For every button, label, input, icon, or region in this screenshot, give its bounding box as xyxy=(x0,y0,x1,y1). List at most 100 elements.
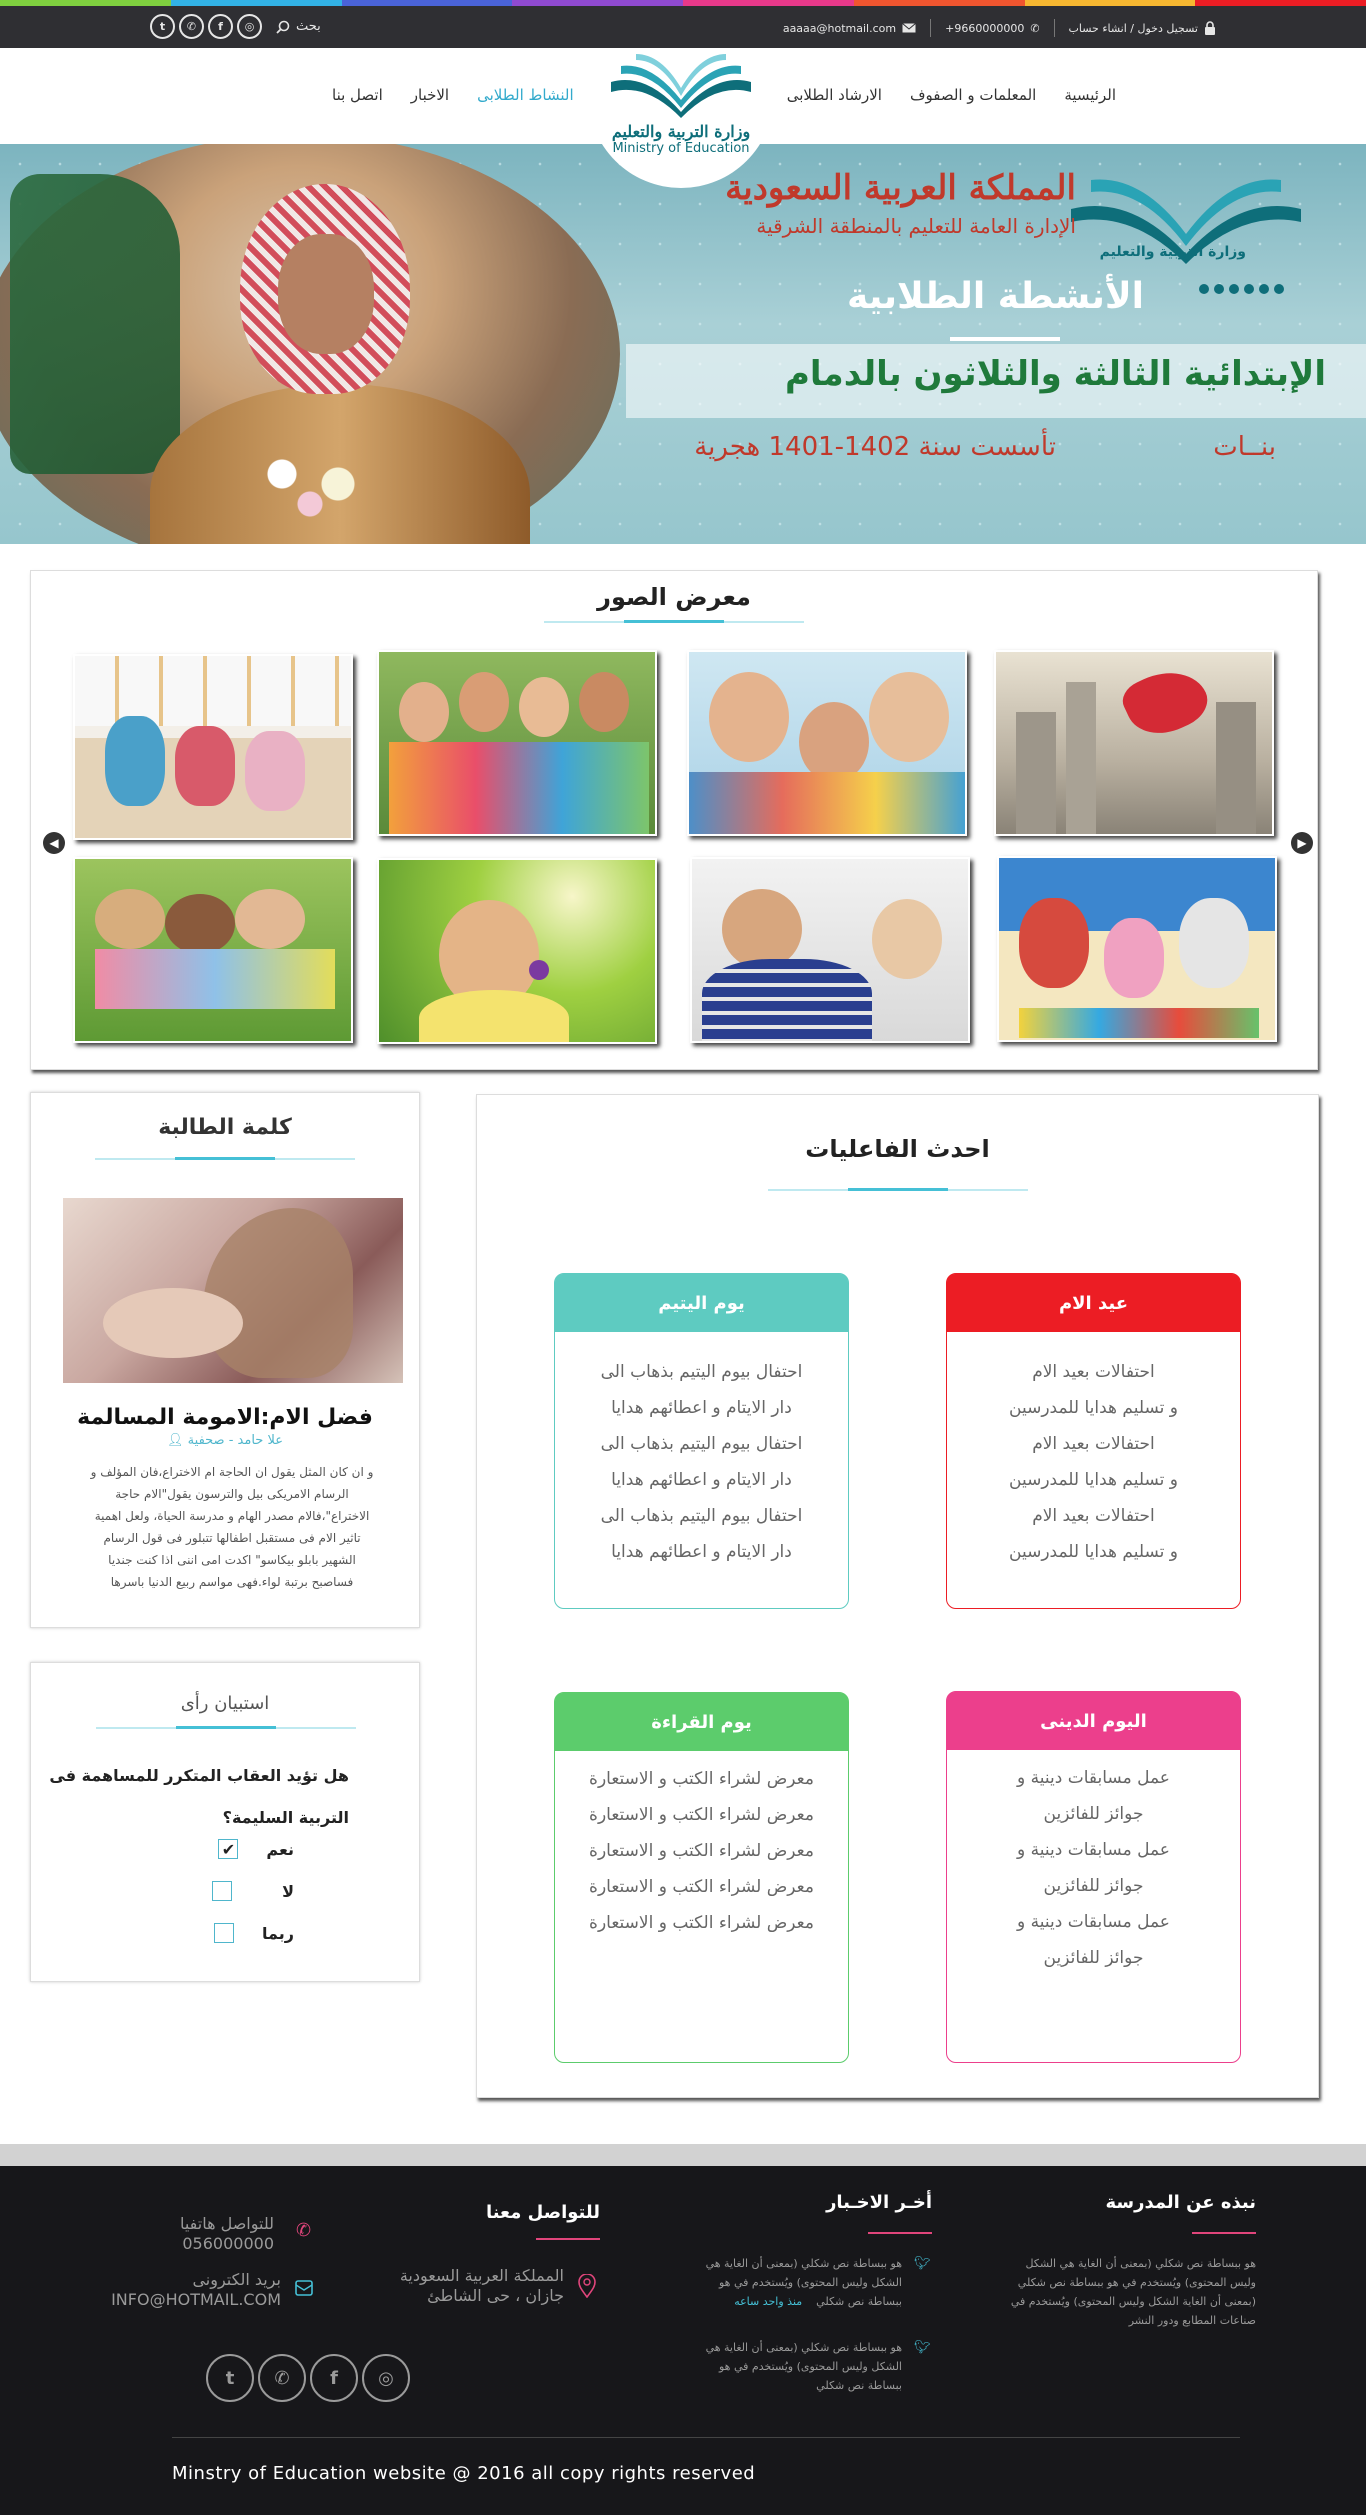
chevron-left-icon: ◀ xyxy=(49,836,59,850)
nav-right-group: الرئيسية المعلمات و الصفوف الارشاد الطلا… xyxy=(787,86,1116,104)
nav-item-contact[interactable]: اتصل بنا xyxy=(332,86,383,104)
facebook-icon[interactable]: f xyxy=(310,2354,358,2402)
divider xyxy=(930,19,932,37)
gallery-next-button[interactable]: ▶ xyxy=(1291,832,1313,854)
poll-title-underline xyxy=(96,1726,356,1729)
search-label: بحث xyxy=(296,19,321,34)
banner-school-name: الإبتدائية الثالثة والثلاثون بالدمام xyxy=(784,354,1326,394)
gallery-photo[interactable] xyxy=(73,857,353,1043)
footer-about-underline xyxy=(1192,2232,1256,2234)
footer-divider xyxy=(172,2437,1240,2438)
divider xyxy=(1053,19,1055,37)
whatsapp-icon[interactable]: ✆ xyxy=(179,14,204,39)
nav-item-home[interactable]: الرئيسية xyxy=(1064,86,1116,104)
facebook-icon[interactable]: f xyxy=(208,14,233,39)
banner-founded-text: تأسست سنة 1402-1401 هجرية xyxy=(694,432,1056,462)
checkbox-checked-icon[interactable]: ✔ xyxy=(218,1839,239,1859)
twitter-icon[interactable]: t xyxy=(206,2354,254,2402)
footer-email-value[interactable]: INFO@HOTMAIL.COM xyxy=(111,2290,281,2310)
nav-item-student-activity[interactable]: النشاط الطلابى xyxy=(477,86,574,104)
activity-card-religious-day[interactable]: اليوم الدينى عمل مسابقات دينية و جوائز لل… xyxy=(946,1691,1241,2063)
footer-news-underline xyxy=(868,2232,932,2234)
login-link[interactable]: تسجيل دخول / انشاء حساب xyxy=(1069,21,1216,35)
footer-phone-value: 056000000 xyxy=(182,2234,274,2253)
news-time: منذ واحد ساعه xyxy=(734,2295,803,2308)
email-text: aaaaa@hotmail.com xyxy=(782,21,897,35)
activity-card-header: اليوم الدينى xyxy=(947,1692,1240,1750)
gallery-photo[interactable] xyxy=(687,650,967,836)
article-heading[interactable]: فضل الام:الامومة المسالمة xyxy=(31,1405,419,1430)
login-text: تسجيل دخول / انشاء حساب xyxy=(1068,21,1198,35)
footer-about-text: هو ببساطة نص شكلي (بمعنى أن الغاية هي ال… xyxy=(1010,2257,1256,2327)
footer-email: بريد الكترونى INFO@HOTMAIL.COM xyxy=(111,2270,281,2310)
activity-card-body: احتفالات بعيد الام و تسليم هدايا للمدرسين… xyxy=(1009,1362,1178,1562)
location-pin-icon xyxy=(578,2274,596,2298)
poll-option-label: نعم xyxy=(266,1839,294,1859)
banner-activity-title: الأنشطة الطلابية xyxy=(846,276,1144,317)
page: t ✆ f ◎ بحث تسجيل دخول / انشاء حساب ✆ +9… xyxy=(0,0,1366,2515)
article-author: 👤︎ علا حامد - صحفية xyxy=(31,1433,419,1448)
poll-option-yes[interactable]: نعم ✔ xyxy=(218,1839,294,1859)
search-button[interactable]: بحث xyxy=(276,19,321,34)
poll-title: استبيان رأى xyxy=(180,1693,270,1714)
poll-question: هل تؤيد العقاب المتكرر للمساهمة فى الترب… xyxy=(49,1766,349,1827)
nav-item-teachers[interactable]: المعلمات و الصفوف xyxy=(910,86,1036,104)
activity-card-mothers-day[interactable]: عيد الام احتفالات بعيد الام و تسليم هدايا… xyxy=(946,1273,1241,1609)
gallery-photo[interactable] xyxy=(377,650,657,836)
gallery-photo[interactable] xyxy=(997,856,1277,1042)
poll-option-maybe[interactable]: ربما xyxy=(214,1923,294,1943)
checkbox-icon[interactable] xyxy=(214,1923,235,1943)
email-item[interactable]: aaaaa@hotmail.com xyxy=(783,22,916,35)
checkbox-icon[interactable] xyxy=(212,1881,232,1901)
footer-email-label: بريد الكترونى xyxy=(192,2270,281,2289)
instagram-icon[interactable]: ◎ xyxy=(237,14,262,39)
whatsapp-icon[interactable]: ✆ xyxy=(258,2354,306,2402)
top-bar-contact: تسجيل دخول / انشاء حساب ✆ +9660000000 aa… xyxy=(783,19,1216,37)
flowers-shape xyxy=(240,434,380,534)
phone-icon: ✆ xyxy=(296,2220,312,2241)
footer-news-item[interactable]: هو ببساطة نص شكلي (بمعنى أن الغاية هي الش… xyxy=(672,2254,902,2311)
footer-news-item[interactable]: هو ببساطة نص شكلي (بمعنى أن الغاية هي الش… xyxy=(672,2338,902,2395)
footer-news-title: أخـر الاخـبار xyxy=(826,2192,932,2213)
activity-card-body: احتفال بيوم اليتيم بذهاب الى دار الايتام … xyxy=(600,1362,803,1562)
activity-card-header: عيد الام xyxy=(947,1274,1240,1332)
student-word-card: كلمة الطالبة فضل الام:الامومة المسالمة 👤… xyxy=(30,1092,420,1628)
student-word-underline xyxy=(95,1157,355,1160)
search-icon xyxy=(276,20,290,34)
article-body: و ان كان المثل يقول ان الحاجة ام الاخترا… xyxy=(90,1465,374,1589)
gallery-photo[interactable] xyxy=(690,857,970,1043)
activity-card-body: معرض لشراء الكتب و الاستعارة معرض لشراء ا… xyxy=(589,1769,814,1933)
poll-option-label: لا xyxy=(282,1881,294,1901)
activity-card-reading-day[interactable]: يوم القراءة معرض لشراء الكتب و الاستعارة… xyxy=(554,1692,849,2063)
mail-icon xyxy=(902,23,916,33)
gallery-photo[interactable] xyxy=(377,858,657,1044)
footer-phone: للتواصل هاتفيا 056000000 xyxy=(180,2214,274,2254)
main-nav: الرئيسية المعلمات و الصفوف الارشاد الطلا… xyxy=(0,48,1366,188)
gallery-prev-button[interactable]: ◀ xyxy=(43,832,65,854)
copyright-text: Minstry of Education website @ 2016 all … xyxy=(172,2463,756,2484)
gallery-photo[interactable] xyxy=(994,650,1274,836)
phone-text: +9660000000 xyxy=(945,21,1025,35)
face-shape xyxy=(278,234,374,354)
activity-card-orphan-day[interactable]: يوم اليتيم احتفال بيوم اليتيم بذهاب الى د… xyxy=(554,1273,849,1609)
flag-shape xyxy=(10,174,180,474)
nav-item-guidance[interactable]: الارشاد الطلابى xyxy=(787,86,882,104)
footer-contact-underline xyxy=(536,2238,600,2240)
banner-activity-underline xyxy=(950,337,1060,341)
hero-banner: وزارة التربية والتعليم المملكة العربية ا… xyxy=(0,144,1366,544)
gallery-title-underline xyxy=(544,620,804,623)
twitter-icon[interactable]: t xyxy=(150,14,175,39)
chevron-right-icon: ▶ xyxy=(1297,836,1307,850)
user-icon: 👤︎ xyxy=(167,1433,184,1448)
nav-left-group: النشاط الطلابى الاخبار اتصل بنا xyxy=(332,86,574,104)
activities-title-underline xyxy=(767,1188,1028,1191)
banner-girls-label: بنــات xyxy=(1213,432,1276,462)
twitter-icon: 🐦︎ xyxy=(914,2340,931,2355)
instagram-icon[interactable]: ◎ xyxy=(362,2354,410,2402)
phone-icon: ✆ xyxy=(1030,21,1040,35)
gallery-photo[interactable] xyxy=(73,654,353,840)
nav-item-news[interactable]: الاخبار xyxy=(411,86,449,104)
book-logo-icon xyxy=(611,54,751,118)
logo-arabic-text: وزارة التربية والتعليم xyxy=(611,122,751,141)
poll-option-no[interactable]: لا xyxy=(212,1881,294,1901)
